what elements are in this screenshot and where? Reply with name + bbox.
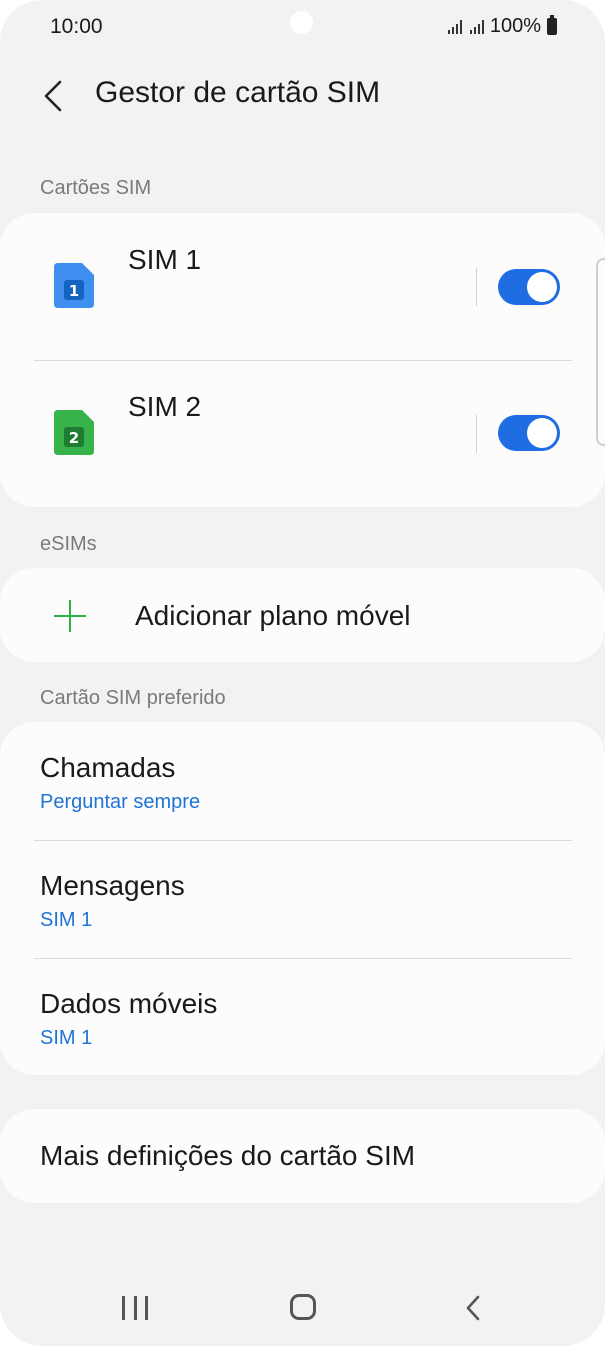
status-bar: 10:00 100% [0, 0, 605, 56]
back-arrow-icon[interactable] [40, 76, 70, 116]
battery-percent: 100% [489, 15, 541, 37]
section-label-sim-cards: Cartões SIM [40, 177, 152, 199]
sim-card-2-icon: 2 [54, 410, 94, 455]
separator [476, 415, 477, 453]
mobile-data-title: Dados móveis [40, 988, 218, 1019]
list-item-messages[interactable]: Mensagens SIM 1 [0, 840, 605, 958]
battery-icon [547, 15, 557, 35]
sim-row-1[interactable]: 1 SIM 1 [0, 213, 605, 358]
front-camera [290, 11, 313, 34]
page-title: Gestor de cartão SIM [95, 76, 381, 109]
toggle-knob [527, 272, 557, 302]
status-icons: 100% [447, 15, 557, 38]
more-sim-settings-label: Mais definições do cartão SIM [40, 1140, 416, 1171]
section-label-esims: eSIMs [40, 533, 97, 555]
phone-screen: 10:00 100% Gestor de cartão SIM Cartões … [0, 0, 605, 1346]
sim-2-toggle[interactable] [498, 415, 560, 451]
section-label-preferred-sim: Cartão SIM preferido [40, 687, 226, 709]
separator [476, 268, 477, 306]
sim-1-toggle[interactable] [498, 269, 560, 305]
more-sim-settings-card[interactable]: Mais definições do cartão SIM [0, 1109, 605, 1203]
messages-value: SIM 1 [40, 909, 93, 931]
list-item-calls[interactable]: Chamadas Perguntar sempre [0, 722, 605, 840]
recents-icon[interactable] [122, 1296, 148, 1320]
sim-cards-card: 1 SIM 1 2 SIM 2 [0, 213, 605, 507]
navigation-bar [0, 1270, 605, 1346]
calls-title: Chamadas [40, 752, 176, 783]
svg-text:1: 1 [69, 282, 79, 300]
app-header: Gestor de cartão SIM [0, 66, 605, 126]
plus-icon [54, 600, 86, 632]
svg-text:2: 2 [69, 429, 79, 447]
signal-icon [447, 19, 484, 34]
messages-title: Mensagens [40, 870, 185, 901]
status-time: 10:00 [50, 15, 103, 38]
nav-back-icon[interactable] [463, 1294, 483, 1322]
mobile-data-value: SIM 1 [40, 1027, 93, 1049]
sim-row-2[interactable]: 2 SIM 2 [0, 360, 605, 505]
preferred-sim-card: Chamadas Perguntar sempre Mensagens SIM … [0, 722, 605, 1075]
home-icon[interactable] [290, 1294, 316, 1320]
add-mobile-plan-card[interactable]: Adicionar plano móvel [0, 568, 605, 662]
list-item-mobile-data[interactable]: Dados móveis SIM 1 [0, 958, 605, 1075]
sim-2-name: SIM 2 [128, 391, 202, 422]
toggle-knob [527, 418, 557, 448]
sim-card-1-icon: 1 [54, 263, 94, 308]
add-mobile-plan-label: Adicionar plano móvel [135, 600, 411, 631]
scrollbar[interactable] [596, 258, 605, 446]
calls-value: Perguntar sempre [40, 791, 201, 813]
sim-1-name: SIM 1 [128, 244, 202, 275]
